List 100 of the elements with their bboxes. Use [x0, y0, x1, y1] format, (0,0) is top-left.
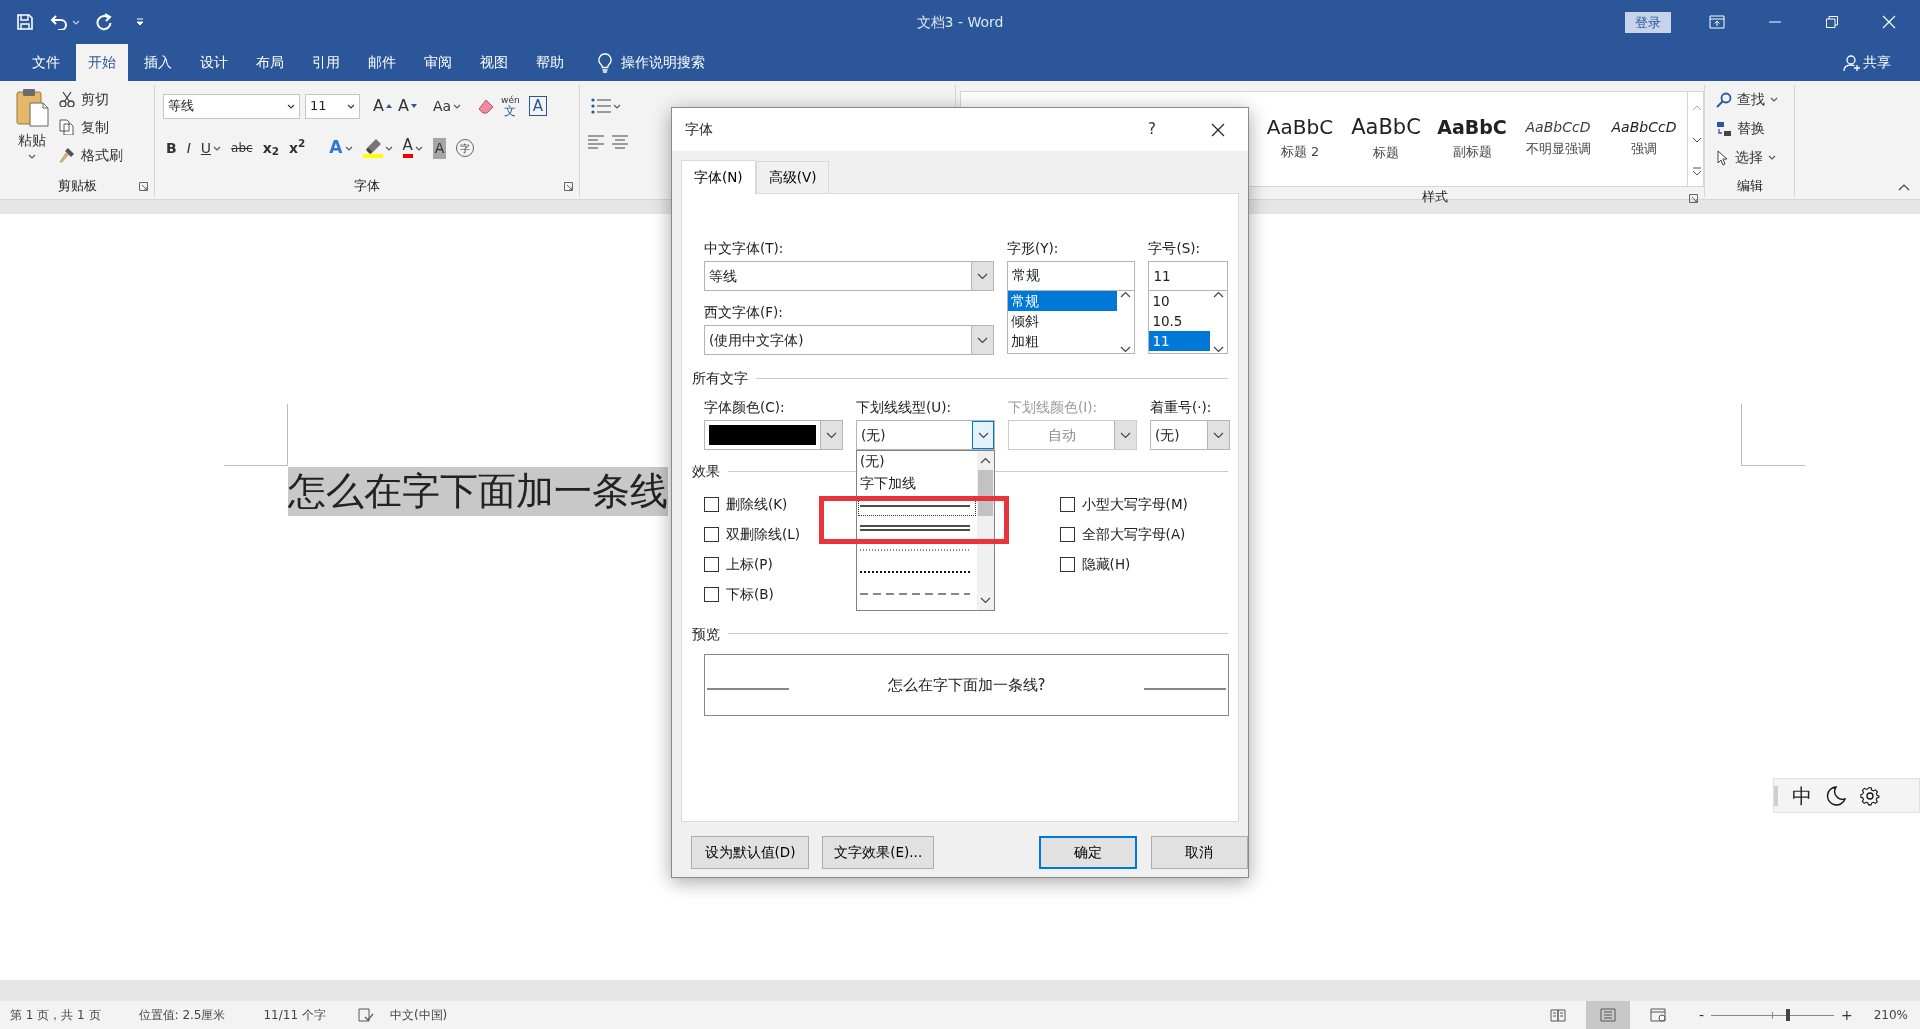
dialog-button[interactable]: 文字效果(E)...	[822, 836, 935, 869]
chevron-down-icon[interactable]	[1213, 431, 1224, 439]
caret-icon[interactable]	[1770, 97, 1778, 102]
effect-checkbox[interactable]: 全部大写字母(A)	[1059, 519, 1228, 550]
emphasis-mark-combo[interactable]: (无)	[1150, 420, 1230, 451]
bold-button[interactable]: B	[163, 135, 180, 161]
style-gallery-item[interactable]: AaBbC 标题	[1343, 92, 1429, 186]
paste-button[interactable]: 粘贴	[12, 87, 52, 171]
word-count[interactable]: 11/11 个字	[263, 1006, 326, 1024]
list-box[interactable]: 10 10.5 11	[1148, 291, 1228, 354]
list-option[interactable]: 10	[1149, 291, 1210, 311]
language-indicator[interactable]: 中文(中国)	[389, 1006, 448, 1024]
dialog-launcher-icon[interactable]	[564, 182, 573, 191]
dialog-button[interactable]: 设为默认值(D)	[691, 836, 810, 869]
find-button[interactable]: 查找	[1713, 85, 1794, 114]
caret-icon[interactable]	[453, 103, 462, 109]
shrink-font-button[interactable]: A	[394, 93, 420, 119]
chevron-down-icon[interactable]	[1120, 346, 1132, 353]
change-case-button[interactable]: Aa	[429, 93, 465, 119]
list-option[interactable]: 11	[1149, 331, 1210, 351]
dialog-button[interactable]: 取消	[1150, 836, 1248, 869]
save-icon[interactable]	[16, 13, 34, 31]
dialog-tab[interactable]: 字体(N)	[681, 160, 756, 194]
input-field[interactable]: 常规	[1007, 261, 1136, 291]
ribbon-tab[interactable]: 文件	[20, 44, 72, 81]
moon-icon[interactable]	[1826, 785, 1846, 806]
chevron-down-icon[interactable]	[977, 431, 989, 439]
caret-icon[interactable]	[613, 103, 621, 109]
font-color-combo[interactable]	[704, 420, 843, 451]
dialog-launcher-icon[interactable]	[1689, 194, 1698, 203]
input-mode-toggle[interactable]: 中	[1792, 780, 1812, 811]
list-option[interactable]: 10.5	[1149, 311, 1210, 331]
caret-icon[interactable]	[384, 145, 393, 151]
horizontal-scrollbar[interactable]	[0, 980, 1920, 1001]
list-option[interactable]: 加粗	[1008, 331, 1118, 351]
caret-icon[interactable]	[344, 145, 353, 151]
list-option[interactable]: 常规	[1008, 291, 1118, 311]
underline-button[interactable]: U	[197, 135, 225, 161]
ribbon-tab[interactable]: 引用	[300, 44, 352, 81]
redo-icon[interactable]	[96, 13, 112, 31]
sign-in-button[interactable]: 登录	[1625, 11, 1671, 33]
font-color-button[interactable]: A	[399, 135, 426, 161]
caret-icon[interactable]	[213, 145, 222, 151]
effect-checkbox[interactable]: 隐藏(H)	[1059, 549, 1228, 580]
chevron-down-icon[interactable]	[826, 431, 837, 439]
caret-icon[interactable]	[1768, 155, 1776, 160]
ribbon-tab[interactable]: 开始	[76, 44, 128, 81]
input-field[interactable]: 11	[1148, 261, 1228, 291]
dialog-tab[interactable]: 高级(V)	[755, 161, 830, 193]
view-print-button[interactable]	[1585, 1001, 1630, 1029]
dialog-button[interactable]: 确定	[1039, 836, 1137, 869]
chevron-up-icon[interactable]	[1120, 291, 1132, 298]
zoom-slider-thumb[interactable]	[1785, 1009, 1790, 1021]
settings-icon[interactable]	[1860, 785, 1880, 806]
zoom-out-button[interactable]: -	[1695, 1002, 1707, 1028]
superscript-button[interactable]: x$^{2}$	[286, 135, 309, 161]
chinese-font-combo[interactable]: 等线	[704, 261, 994, 291]
undo-icon[interactable]	[50, 14, 68, 30]
grow-font-button[interactable]: A	[370, 93, 395, 119]
replace-button[interactable]: 替换	[1713, 114, 1794, 143]
list-option[interactable]: (无)	[857, 451, 977, 473]
chevron-up-icon[interactable]	[1213, 291, 1224, 298]
caret-icon[interactable]	[287, 103, 295, 109]
chevron-down-icon[interactable]	[977, 336, 988, 344]
character-border-button[interactable]: A	[528, 96, 547, 116]
strikethrough-button[interactable]: abc	[228, 135, 256, 161]
effect-checkbox[interactable]: 小型大写字母(M)	[1059, 489, 1228, 520]
caret-icon[interactable]	[347, 103, 355, 109]
chevron-down-icon[interactable]	[980, 597, 991, 604]
font-name-field[interactable]: 等线	[163, 93, 300, 119]
zoom-level-text[interactable]: 210%	[1873, 1006, 1908, 1024]
clipboard-cut-button[interactable]: 剪切	[56, 85, 126, 113]
list-box[interactable]: 常规 倾斜 加粗	[1007, 291, 1136, 354]
restore-icon[interactable]	[1826, 16, 1838, 28]
tell-me-search[interactable]: 操作说明搜索	[621, 52, 705, 73]
chevron-down-icon[interactable]	[977, 272, 988, 280]
style-gallery-item[interactable]: AaBbC 标题 2	[1257, 92, 1343, 186]
close-icon[interactable]	[1211, 122, 1225, 137]
clipboard-format-painter-button[interactable]: 格式刷	[56, 141, 126, 169]
text-effects-button[interactable]: A	[326, 135, 356, 161]
caret-icon[interactable]	[28, 154, 36, 159]
subscript-button[interactable]: x$_{2}$	[259, 135, 282, 161]
underline-style-combo[interactable]: (无)	[856, 420, 995, 451]
font-size-field[interactable]: 11	[305, 93, 360, 119]
list-option[interactable]: 倾斜	[1008, 311, 1118, 331]
help-button[interactable]: ?	[1145, 116, 1159, 143]
ribbon-tab[interactable]: 审阅	[412, 44, 464, 81]
zoom-slider[interactable]	[1710, 1009, 1834, 1021]
proofing-icon[interactable]	[357, 1008, 374, 1022]
clipboard-copy-button[interactable]: 复制	[56, 113, 126, 141]
underline-style-list[interactable]: (无) 字下加线	[856, 450, 995, 611]
ribbon-tab[interactable]: 视图	[468, 44, 520, 81]
ribbon-tab[interactable]: 设计	[188, 44, 240, 81]
caret-icon[interactable]	[414, 145, 423, 151]
ribbon-display-icon[interactable]	[1709, 15, 1725, 29]
grip-icon[interactable]	[1774, 785, 1778, 806]
select-button[interactable]: 选择	[1713, 143, 1794, 172]
ribbon-tab[interactable]: 插入	[132, 44, 184, 81]
position-indicator[interactable]: 位置值: 2.5厘米	[138, 1006, 226, 1024]
style-gallery-item[interactable]: AaBbCcD 强调	[1601, 92, 1687, 186]
